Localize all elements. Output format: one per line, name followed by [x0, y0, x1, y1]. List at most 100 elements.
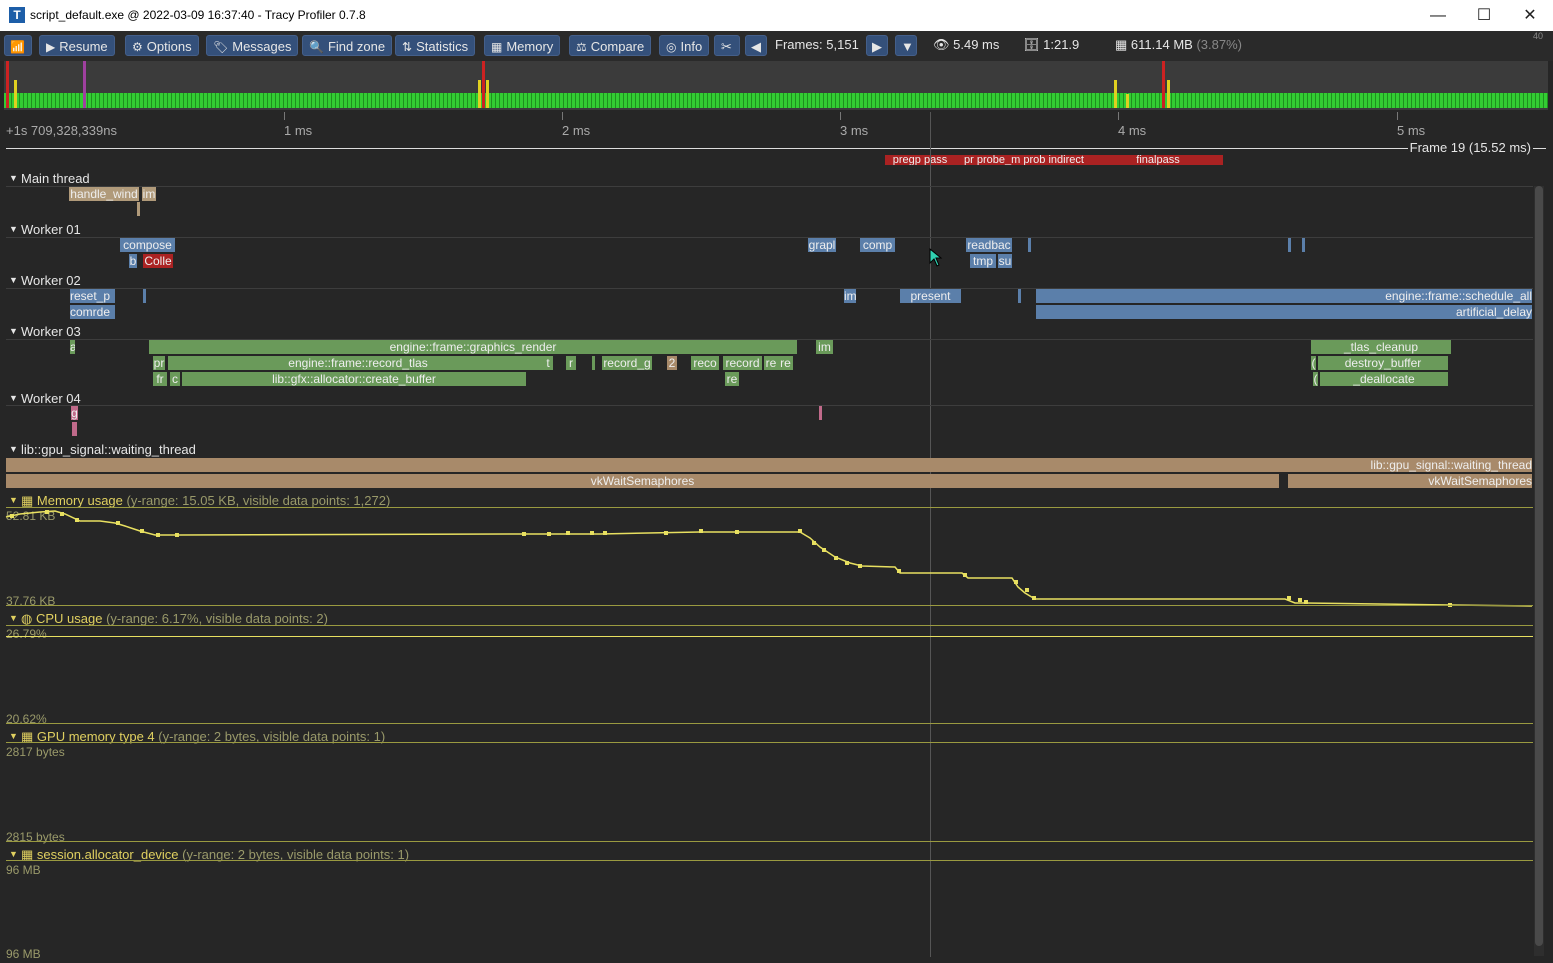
zone[interactable]: vkWaitSemaphores [1288, 474, 1532, 488]
collapse-icon[interactable]: ▼ [9, 613, 18, 623]
zone[interactable] [1018, 289, 1021, 303]
zone[interactable]: comp [860, 238, 895, 252]
zone[interactable]: r [566, 356, 576, 370]
zone[interactable]: reco [691, 356, 719, 370]
zone[interactable]: b [129, 254, 137, 268]
frame-graph[interactable] [4, 61, 1548, 110]
thread-label[interactable]: Worker 03 [21, 324, 81, 339]
zone[interactable] [592, 356, 595, 370]
thread-label[interactable]: Main thread [21, 171, 90, 186]
thread-label[interactable]: Worker 01 [21, 222, 81, 237]
zone[interactable]: handle_wind [69, 187, 139, 201]
zone[interactable]: vkWaitSemaphores [6, 474, 1279, 488]
next-frame-button[interactable]: ▶ [866, 35, 888, 56]
zone[interactable]: readbac [966, 238, 1012, 252]
info-button[interactable]: ◎ Info [659, 35, 710, 56]
ruler-label: 4 ms [1118, 123, 1147, 138]
thread-separator [6, 186, 1533, 187]
collapse-icon[interactable]: ▼ [9, 849, 18, 859]
close-button[interactable]: ✕ [1507, 0, 1553, 31]
collapse-icon[interactable]: ▼ [9, 393, 18, 403]
zone[interactable] [143, 289, 146, 303]
zone[interactable] [137, 202, 140, 216]
zone[interactable]: g [71, 406, 78, 420]
zone[interactable]: pr [153, 356, 165, 370]
collapse-icon[interactable]: ▼ [9, 444, 18, 454]
zone[interactable]: lib::gpu_signal::waiting_thread [6, 458, 1532, 472]
zone[interactable] [819, 406, 822, 420]
zone[interactable] [1288, 238, 1291, 252]
memory-chip-icon: ▦ [1115, 37, 1131, 52]
collapse-icon[interactable]: ▼ [9, 173, 18, 183]
zone[interactable]: im [844, 289, 856, 303]
zone[interactable] [1302, 238, 1305, 252]
zone[interactable]: engine::frame::schedule_all [1036, 289, 1532, 303]
zone[interactable]: im [816, 340, 833, 354]
zone[interactable]: compose [120, 238, 175, 252]
zone[interactable]: comrde [70, 305, 115, 319]
zone[interactable] [72, 422, 77, 436]
zone[interactable]: engine::frame::record_tlas [168, 356, 548, 370]
collapse-icon[interactable]: ▼ [9, 224, 18, 234]
options-button[interactable]: ⚙ Options [125, 35, 199, 56]
zone[interactable]: a [70, 340, 75, 354]
zone[interactable]: _deallocate [1320, 372, 1448, 386]
thread-label[interactable]: Worker 04 [21, 391, 81, 406]
caret-down-icon: ▼ [901, 39, 914, 54]
zone[interactable]: ( [1313, 372, 1318, 386]
prev-frame-button[interactable]: ◀ [745, 35, 767, 56]
zone[interactable]: engine::frame::graphics_render [149, 340, 797, 354]
tools-button[interactable]: ✂ [714, 35, 740, 56]
messages-button[interactable]: 🏷 Messages [206, 35, 299, 56]
maximize-button[interactable]: ☐ [1461, 0, 1507, 31]
zone[interactable]: pregp pass [885, 155, 955, 165]
zone[interactable]: lib::gfx::allocator::create_buffer [182, 372, 526, 386]
frame-spike [83, 61, 86, 108]
zone[interactable]: fr [153, 372, 167, 386]
zone[interactable]: destroy_buffer [1318, 356, 1448, 370]
memory-usage-line [5, 510, 1533, 607]
zone[interactable]: im [142, 187, 156, 201]
frame-dropdown-button[interactable]: ▼ [895, 35, 917, 56]
frame-label[interactable]: Frame 19 (15.52 ms) [1407, 140, 1533, 155]
scrollbar-thumb[interactable] [1535, 186, 1543, 946]
frame-spike [6, 61, 9, 108]
zone[interactable]: t [543, 356, 553, 370]
zone[interactable]: record_g [602, 356, 652, 370]
ruler-label: 1 ms [284, 123, 313, 138]
compare-button[interactable]: ⚖ Compare [569, 35, 652, 56]
zone[interactable]: grapl [808, 238, 836, 252]
cpu-usage-line[interactable] [6, 636, 1533, 637]
zone[interactable]: tmp [970, 254, 996, 268]
zone[interactable]: _tlas_cleanup [1311, 340, 1451, 354]
zone[interactable]: 2 [667, 356, 677, 370]
collapse-icon[interactable]: ▼ [9, 731, 18, 741]
collapse-icon[interactable]: ▼ [9, 275, 18, 285]
resume-button[interactable]: ▶ Resume [39, 35, 115, 56]
statistics-button[interactable]: ⇅ Statistics [395, 35, 476, 56]
tools-icon: ✂ [721, 39, 732, 54]
time-ruler[interactable]: +1s 709,328,339ns 1 ms 2 ms 3 ms 4 ms 5 … [0, 112, 1553, 148]
minimize-button[interactable]: — [1415, 0, 1461, 31]
zone[interactable]: finalpass [1093, 155, 1223, 165]
zone[interactable]: pr probe_m prob indirect [955, 155, 1093, 165]
zone[interactable]: artificial_delay [1036, 305, 1532, 319]
zone[interactable]: ( [1311, 356, 1316, 370]
collapse-icon[interactable]: ▼ [9, 326, 18, 336]
memory-usage-plot[interactable] [0, 500, 1540, 610]
find-zone-button[interactable]: 🔍 Find zone [302, 35, 393, 56]
zone[interactable]: Colle [143, 254, 173, 268]
zone[interactable] [1028, 238, 1031, 252]
zone[interactable]: record [723, 356, 762, 370]
memory-button[interactable]: ▦ Memory [484, 35, 561, 56]
thread-label[interactable]: lib::gpu_signal::waiting_thread [21, 442, 196, 457]
zone[interactable]: re [764, 356, 778, 370]
connection-button[interactable]: 📶 [4, 35, 32, 56]
zone[interactable]: re [778, 356, 793, 370]
thread-label[interactable]: Worker 02 [21, 273, 81, 288]
zone[interactable]: reset_p [70, 289, 115, 303]
zone[interactable]: su [998, 254, 1012, 268]
zone[interactable]: present [900, 289, 961, 303]
zone[interactable]: re [725, 372, 739, 386]
zone[interactable]: c [170, 372, 180, 386]
